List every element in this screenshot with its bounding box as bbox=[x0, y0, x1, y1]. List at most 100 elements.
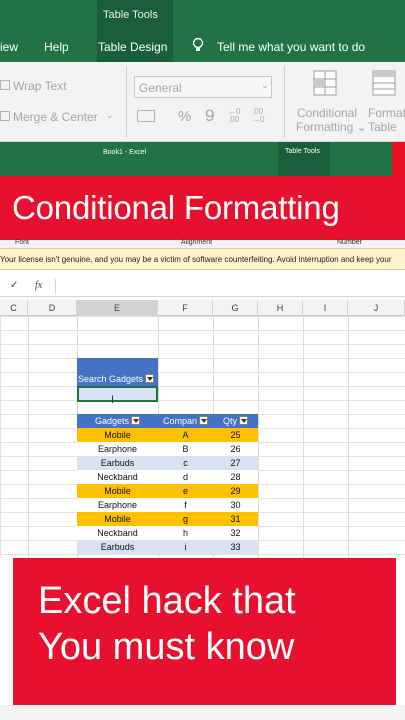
tell-me-search[interactable]: Tell me what you want to do bbox=[217, 40, 365, 54]
wrap-text-icon bbox=[0, 80, 10, 90]
filter-dropdown-icon[interactable] bbox=[131, 416, 141, 426]
table-cell-company[interactable]: B bbox=[158, 442, 213, 456]
table-cell-company[interactable]: g bbox=[158, 512, 213, 526]
conditional-formatting-label-2: Formatting ⌄ bbox=[296, 120, 367, 134]
ribbon-separator bbox=[284, 66, 285, 138]
excel-window-titlebar: Book1 - Excel Table Tools bbox=[0, 142, 405, 176]
table-cell-qty[interactable]: 30 bbox=[213, 498, 258, 512]
filter-dropdown-icon[interactable] bbox=[239, 416, 248, 426]
column-headers: C D E F G H I J bbox=[0, 300, 405, 316]
currency-icon[interactable] bbox=[137, 110, 155, 122]
tab-help[interactable]: Help bbox=[44, 40, 69, 54]
increase-decimal-button[interactable]: ←0 .00 bbox=[228, 108, 246, 124]
license-warning-bar: Your license isn't genuine, and you may … bbox=[0, 248, 405, 270]
table-cell-gadget[interactable]: Earphone bbox=[77, 498, 158, 512]
table-cell-gadget[interactable]: Mobile bbox=[77, 512, 158, 526]
grid-line bbox=[258, 316, 259, 558]
hack-banner-line-1: Excel hack that bbox=[38, 580, 296, 622]
comma-style-button[interactable]: 9 bbox=[205, 106, 214, 126]
table-cell-qty[interactable]: 32 bbox=[213, 526, 258, 540]
search-header: Search Gadgets bbox=[77, 372, 158, 386]
table-cell-gadget[interactable]: Neckband bbox=[77, 470, 158, 484]
table-cell-company[interactable]: A bbox=[158, 428, 213, 442]
formula-bar: ✓ fx bbox=[0, 277, 405, 297]
table-cell-qty[interactable]: 25 bbox=[213, 428, 258, 442]
table-cell-qty[interactable]: 26 bbox=[213, 442, 258, 456]
column-header-g[interactable]: G bbox=[213, 300, 258, 316]
ribbon-body: Wrap Text Merge & Center ⌄ General ⌄ % 9… bbox=[0, 62, 405, 142]
font-group-label: Font bbox=[15, 239, 30, 246]
chevron-down-icon: ⌄ bbox=[261, 80, 269, 90]
table-tools-label: Table Tools bbox=[103, 9, 158, 21]
ribbon-tab-bar: Table Tools iew Help Table Design Tell m… bbox=[0, 0, 405, 62]
search-input-cell[interactable] bbox=[77, 386, 158, 402]
table-tools-label: Table Tools bbox=[285, 148, 320, 155]
column-header-i[interactable]: I bbox=[303, 300, 348, 316]
column-header-j[interactable]: J bbox=[348, 300, 405, 316]
table-cell-qty[interactable]: 33 bbox=[213, 540, 258, 554]
close-window-button[interactable] bbox=[392, 142, 405, 176]
hack-banner-line-2: You must know bbox=[38, 626, 295, 668]
tab-view[interactable]: iew bbox=[0, 40, 18, 54]
lightbulb-icon bbox=[191, 37, 205, 53]
search-header-cell[interactable]: Search Gadgets bbox=[77, 358, 158, 386]
table-cell-qty[interactable]: 29 bbox=[213, 484, 258, 498]
table-cell-gadget[interactable]: Neckband bbox=[77, 526, 158, 540]
merge-dropdown-icon[interactable]: ⌄ bbox=[106, 110, 114, 121]
text-cursor-icon: I bbox=[111, 394, 115, 406]
insert-function-button[interactable]: fx bbox=[35, 280, 42, 291]
table-cell-gadget[interactable]: Mobile bbox=[77, 484, 158, 498]
column-header-e[interactable]: E bbox=[77, 300, 158, 316]
wrap-text-button[interactable]: Wrap Text bbox=[13, 79, 67, 93]
number-format-value: General bbox=[139, 81, 182, 95]
conditional-formatting-label-1: Conditional bbox=[296, 106, 358, 120]
table-cell-company[interactable]: f bbox=[158, 498, 213, 512]
decrease-decimal-button[interactable]: .00 →0 bbox=[252, 108, 270, 124]
table-cell-gadget[interactable]: Earbuds bbox=[77, 540, 158, 554]
table-cell-company[interactable]: h bbox=[158, 526, 213, 540]
formula-input[interactable] bbox=[55, 279, 405, 295]
percent-button[interactable]: % bbox=[178, 108, 191, 125]
table-header-company[interactable]: Compan bbox=[158, 414, 213, 428]
hack-banner: Excel hack that You must know bbox=[13, 558, 396, 705]
format-as-table-button[interactable]: Formatt Table bbox=[368, 106, 405, 134]
format-as-table-icon bbox=[372, 70, 396, 100]
column-header-h[interactable]: H bbox=[258, 300, 303, 316]
table-cell-company[interactable]: c bbox=[158, 456, 213, 470]
table-header-gadgets[interactable]: Gadgets bbox=[77, 414, 158, 428]
license-warning-text: Your license isn't genuine, and you may … bbox=[0, 255, 392, 264]
conditional-formatting-icon bbox=[313, 70, 337, 100]
table-cell-company[interactable]: i bbox=[158, 540, 213, 554]
ribbon-separator bbox=[126, 66, 127, 138]
number-group-label: Number bbox=[337, 239, 362, 246]
table-cell-company[interactable]: e bbox=[158, 484, 213, 498]
tab-table-design[interactable]: Table Design bbox=[98, 40, 167, 54]
title-banner: Conditional Formatting bbox=[0, 176, 405, 240]
column-header-c[interactable]: C bbox=[0, 300, 28, 316]
table-cell-gadget[interactable]: Earphone bbox=[77, 442, 158, 456]
window-title: Book1 - Excel bbox=[103, 149, 147, 156]
confirm-icon[interactable]: ✓ bbox=[10, 280, 18, 291]
table-cell-qty[interactable]: 31 bbox=[213, 512, 258, 526]
column-header-d[interactable]: D bbox=[28, 300, 77, 316]
ribbon-group-labels: Font Alignment Number bbox=[0, 239, 405, 248]
grid-line bbox=[348, 316, 349, 558]
format-as-table-label-2: Table bbox=[368, 120, 397, 134]
table-header-qty[interactable]: Qty bbox=[213, 414, 258, 428]
grid-line bbox=[28, 316, 29, 558]
column-header-f[interactable]: F bbox=[158, 300, 213, 316]
table-cell-qty[interactable]: 28 bbox=[213, 470, 258, 484]
merge-center-button[interactable]: Merge & Center bbox=[13, 110, 98, 124]
table-cell-company[interactable]: d bbox=[158, 470, 213, 484]
conditional-formatting-button[interactable]: Conditional Formatting ⌄ bbox=[296, 106, 367, 134]
filter-dropdown-icon[interactable] bbox=[199, 416, 209, 426]
grid-line bbox=[303, 316, 304, 558]
number-format-select[interactable]: General ⌄ bbox=[134, 76, 272, 98]
merge-center-icon bbox=[0, 111, 10, 121]
filter-dropdown-icon[interactable] bbox=[145, 374, 155, 384]
alignment-group-label: Alignment bbox=[181, 239, 213, 246]
table-cell-gadget[interactable]: Earbuds bbox=[77, 456, 158, 470]
format-as-table-label-1: Formatt bbox=[368, 106, 405, 120]
table-cell-gadget[interactable]: Mobile bbox=[77, 428, 158, 442]
table-cell-qty[interactable]: 27 bbox=[213, 456, 258, 470]
